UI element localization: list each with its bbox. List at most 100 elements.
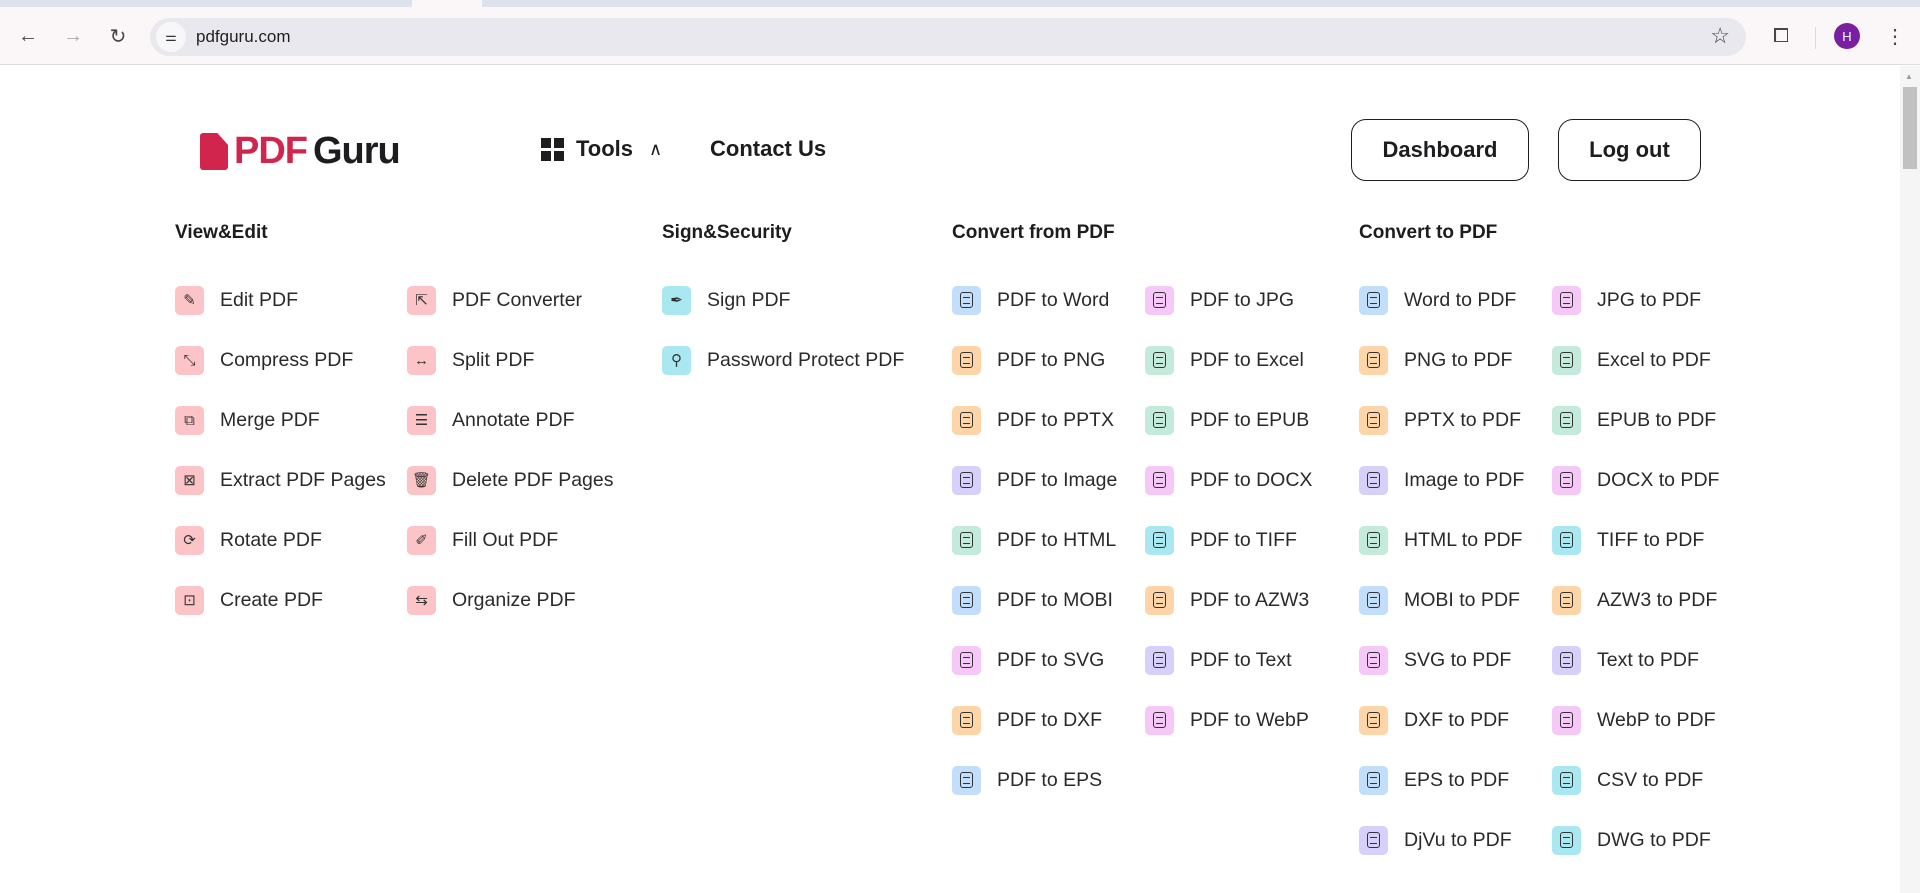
tool-link-word-to-pdf[interactable]: Word to PDF	[1359, 285, 1516, 315]
scrollbar-thumb[interactable]	[1903, 87, 1917, 169]
tool-link-webp-to-pdf[interactable]: WebP to PDF	[1552, 705, 1716, 735]
tool-link-djvu-to-pdf[interactable]: DjVu to PDF	[1359, 825, 1512, 855]
tool-link-eps-to-pdf[interactable]: EPS to PDF	[1359, 765, 1509, 795]
bookmark-star-icon[interactable]: ☆	[1710, 23, 1730, 49]
document-icon	[952, 766, 981, 795]
tools-menu[interactable]: Tools ∧	[541, 136, 662, 162]
profile-avatar[interactable]: H	[1834, 23, 1860, 49]
active-tab[interactable]	[412, 0, 482, 7]
scrollbar[interactable]: ▲	[1900, 66, 1920, 893]
tool-link-annotate-pdf[interactable]: ☰Annotate PDF	[407, 405, 574, 435]
document-icon	[1359, 766, 1388, 795]
document-icon	[1359, 646, 1388, 675]
tool-label: PDF to EPUB	[1190, 409, 1309, 432]
tool-link-mobi-to-pdf[interactable]: MOBI to PDF	[1359, 585, 1520, 615]
tool-link-pdf-to-text[interactable]: PDF to Text	[1145, 645, 1292, 675]
document-icon	[1552, 586, 1581, 615]
tool-link-pdf-to-eps[interactable]: PDF to EPS	[952, 765, 1102, 795]
tool-label: Image to PDF	[1404, 469, 1524, 492]
tool-link-pdf-to-html[interactable]: PDF to HTML	[952, 525, 1116, 555]
tool-link-pdf-to-png[interactable]: PDF to PNG	[952, 345, 1105, 375]
tool-link-dxf-to-pdf[interactable]: DXF to PDF	[1359, 705, 1509, 735]
url-text[interactable]: pdfguru.com	[196, 27, 291, 47]
tool-label: PDF to SVG	[997, 649, 1104, 672]
tool-link-pdf-to-pptx[interactable]: PDF to PPTX	[952, 405, 1114, 435]
document-icon	[1359, 406, 1388, 435]
tool-link-pdf-to-dxf[interactable]: PDF to DXF	[952, 705, 1102, 735]
forward-icon[interactable]: →	[58, 21, 88, 51]
tool-link-fill-out-pdf[interactable]: ✐Fill Out PDF	[407, 525, 558, 555]
document-icon	[1359, 466, 1388, 495]
tool-link-csv-to-pdf[interactable]: CSV to PDF	[1552, 765, 1703, 795]
tool-link-edit-pdf[interactable]: ✎Edit PDF	[175, 285, 298, 315]
tool-link-compress-pdf[interactable]: ⤡Compress PDF	[175, 345, 353, 375]
logo[interactable]: PDF Guru	[200, 130, 400, 173]
tool-link-create-pdf[interactable]: ⊡ Create PDF	[175, 585, 323, 615]
tool-label: PDF to Excel	[1190, 349, 1304, 372]
tool-link-pdf-converter[interactable]: ⇱PDF Converter	[407, 285, 582, 315]
document-icon	[952, 466, 981, 495]
tool-link-merge-pdf[interactable]: ⧉Merge PDF	[175, 405, 320, 435]
tool-link-tiff-to-pdf[interactable]: TIFF to PDF	[1552, 525, 1704, 555]
tool-icon: ⟳	[175, 526, 204, 555]
tool-icon: ⊡	[175, 586, 204, 615]
address-bar[interactable]: ⚌ pdfguru.com ☆	[150, 18, 1746, 56]
tool-label: Create PDF	[220, 589, 323, 612]
tool-link-image-to-pdf[interactable]: Image to PDF	[1359, 465, 1524, 495]
tool-link-split-pdf[interactable]: ↔Split PDF	[407, 345, 534, 375]
tool-link-pdf-to-jpg[interactable]: PDF to JPG	[1145, 285, 1294, 315]
tool-link-dwg-to-pdf[interactable]: DWG to PDF	[1552, 825, 1711, 855]
tool-label: JPG to PDF	[1597, 289, 1701, 312]
tool-link-extract-pdf-pages[interactable]: ⊠Extract PDF Pages	[175, 465, 386, 495]
tool-link-pdf-to-webp[interactable]: PDF to WebP	[1145, 705, 1309, 735]
tool-link-pdf-to-word[interactable]: PDF to Word	[952, 285, 1109, 315]
back-icon[interactable]: ←	[13, 21, 43, 51]
tool-label: PDF to Image	[997, 469, 1117, 492]
document-icon	[1552, 706, 1581, 735]
tool-link-pdf-to-image[interactable]: PDF to Image	[952, 465, 1117, 495]
scroll-up-icon[interactable]: ▲	[1905, 72, 1913, 81]
tool-link-pdf-to-mobi[interactable]: PDF to MOBI	[952, 585, 1113, 615]
tool-link-organize-pdf[interactable]: ⇆Organize PDF	[407, 585, 576, 615]
tool-label: Text to PDF	[1597, 649, 1699, 672]
tool-label: Extract PDF Pages	[220, 469, 386, 492]
site-settings-icon[interactable]: ⚌	[156, 22, 186, 52]
tool-link-pdf-to-docx[interactable]: PDF to DOCX	[1145, 465, 1312, 495]
tool-link-pdf-to-excel[interactable]: PDF to Excel	[1145, 345, 1304, 375]
tool-label: PDF to JPG	[1190, 289, 1294, 312]
tool-link-azw3-to-pdf[interactable]: AZW3 to PDF	[1552, 585, 1717, 615]
tool-link-rotate-pdf[interactable]: ⟳Rotate PDF	[175, 525, 322, 555]
document-icon	[1145, 646, 1174, 675]
tool-link-pptx-to-pdf[interactable]: PPTX to PDF	[1359, 405, 1521, 435]
tool-link-docx-to-pdf[interactable]: DOCX to PDF	[1552, 465, 1719, 495]
document-icon	[1145, 346, 1174, 375]
tool-link-excel-to-pdf[interactable]: Excel to PDF	[1552, 345, 1711, 375]
logout-button[interactable]: Log out	[1558, 119, 1701, 181]
reload-icon[interactable]: ↻	[103, 21, 133, 51]
tool-label: Excel to PDF	[1597, 349, 1711, 372]
tool-link-password-protect-pdf[interactable]: ⚲Password Protect PDF	[662, 345, 904, 375]
tool-icon: ✒	[662, 286, 691, 315]
tool-link-html-to-pdf[interactable]: HTML to PDF	[1359, 525, 1522, 555]
tool-label: PNG to PDF	[1404, 349, 1512, 372]
tool-link-sign-pdf[interactable]: ✒Sign PDF	[662, 285, 790, 315]
tool-link-epub-to-pdf[interactable]: EPUB to PDF	[1552, 405, 1716, 435]
tool-link-svg-to-pdf[interactable]: SVG to PDF	[1359, 645, 1511, 675]
dashboard-button[interactable]: Dashboard	[1351, 119, 1529, 181]
tool-link-jpg-to-pdf[interactable]: JPG to PDF	[1552, 285, 1701, 315]
section-heading: Sign&Security	[662, 222, 792, 244]
tool-link-png-to-pdf[interactable]: PNG to PDF	[1359, 345, 1512, 375]
tool-link-pdf-to-svg[interactable]: PDF to SVG	[952, 645, 1104, 675]
more-menu-icon[interactable]: ⋮	[1880, 21, 1910, 51]
tool-link-pdf-to-epub[interactable]: PDF to EPUB	[1145, 405, 1309, 435]
contact-us-link[interactable]: Contact Us	[710, 136, 826, 162]
tool-link-pdf-to-tiff[interactable]: PDF to TIFF	[1145, 525, 1297, 555]
logo-pdf-text: PDF	[234, 130, 307, 173]
tool-link-text-to-pdf[interactable]: Text to PDF	[1552, 645, 1699, 675]
tool-icon: 🗑	[407, 466, 436, 495]
extensions-icon[interactable]: ⧠	[1766, 21, 1796, 51]
tool-link-delete-pdf-pages[interactable]: 🗑Delete PDF Pages	[407, 465, 614, 495]
tool-link-pdf-to-azw3[interactable]: PDF to AZW3	[1145, 585, 1309, 615]
tools-label: Tools	[576, 136, 633, 162]
tool-label: CSV to PDF	[1597, 769, 1703, 792]
